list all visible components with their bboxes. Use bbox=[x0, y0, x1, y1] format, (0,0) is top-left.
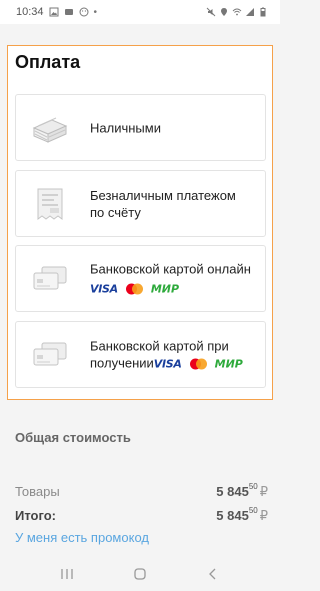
promo-code-link[interactable]: У меня есть промокод bbox=[15, 530, 149, 545]
sheet-title: Оплата bbox=[15, 52, 81, 72]
summary-total-row: Итого: 5 84550 ₽ bbox=[15, 506, 268, 524]
wifi-icon bbox=[232, 8, 242, 16]
total-price-value: 5 845 bbox=[216, 508, 249, 523]
goods-price-kopeks: 50 bbox=[248, 482, 258, 491]
payment-option-card-on-delivery-text: Банковской картой при получении VISA МИР bbox=[90, 337, 253, 372]
goods-price-value: 5 845 bbox=[216, 484, 249, 499]
status-time: 10:34 bbox=[16, 6, 44, 18]
recent-apps-button[interactable] bbox=[52, 562, 82, 586]
payment-option-card-on-delivery[interactable]: Банковской картой при получении VISA МИР bbox=[15, 321, 266, 388]
payment-option-invoice-label: Безналичным платежом по счёту bbox=[90, 187, 236, 220]
currency-symbol: ₽ bbox=[259, 484, 268, 499]
location-icon bbox=[221, 8, 227, 16]
mir-logo: МИР bbox=[214, 357, 243, 371]
goods-label: Товары bbox=[15, 484, 60, 499]
card-logos: VISA МИР bbox=[154, 355, 243, 372]
bank-card-icon bbox=[33, 342, 67, 365]
status-bar: 10:34 • bbox=[0, 0, 280, 24]
currency-symbol: ₽ bbox=[259, 508, 268, 523]
gallery-icon bbox=[49, 7, 59, 17]
summary-title: Общая стоимость bbox=[15, 430, 131, 445]
card-logos: VISA МИР bbox=[90, 280, 179, 297]
back-icon bbox=[209, 568, 216, 579]
image-icon bbox=[64, 9, 73, 15]
total-label: Итого: bbox=[15, 508, 56, 523]
payment-sheet: Оплата Наличными Безналичным платежом по… bbox=[7, 45, 273, 400]
visa-logo: VISA bbox=[153, 357, 182, 371]
mir-logo: МИР bbox=[150, 282, 180, 295]
bank-card-icon bbox=[33, 266, 67, 289]
payment-option-card-online[interactable]: Банковской картой онлайн VISA МИР bbox=[15, 245, 266, 312]
emoji-icon bbox=[79, 7, 89, 17]
home-button[interactable] bbox=[125, 562, 155, 586]
back-button[interactable] bbox=[198, 562, 228, 586]
home-icon bbox=[134, 567, 146, 580]
payment-option-invoice[interactable]: Безналичным платежом по счёту bbox=[15, 170, 266, 237]
payment-option-card-online-label: Банковской картой онлайн bbox=[90, 261, 251, 276]
signal-icon bbox=[246, 8, 254, 16]
mastercard-logo bbox=[189, 358, 207, 370]
total-price-kopeks: 50 bbox=[248, 506, 258, 515]
mastercard-logo bbox=[125, 283, 143, 294]
cash-stack-icon bbox=[32, 117, 68, 143]
summary-goods-row: Товары 5 84550 ₽ bbox=[15, 482, 268, 500]
payment-option-cash-label: Наличными bbox=[90, 120, 161, 135]
order-summary: Общая стоимость Товары 5 84550 ₽ Итого: 5… bbox=[0, 416, 280, 556]
invoice-icon bbox=[37, 188, 63, 220]
status-bar-right bbox=[206, 7, 268, 17]
visa-logo: VISA bbox=[90, 282, 118, 295]
payment-option-card-online-text: Банковской картой онлайн VISA МИР bbox=[90, 260, 253, 297]
status-bar-left: 10:34 • bbox=[16, 6, 97, 18]
mute-icon bbox=[206, 7, 216, 17]
payment-option-cash[interactable]: Наличными bbox=[15, 94, 266, 161]
total-price: 5 84550 ₽ bbox=[216, 506, 268, 524]
goods-price: 5 84550 ₽ bbox=[216, 482, 268, 500]
battery-icon bbox=[260, 7, 266, 17]
system-nav-bar bbox=[0, 556, 280, 591]
more-notifications-icon: • bbox=[93, 6, 98, 18]
recent-apps-icon bbox=[61, 568, 73, 579]
